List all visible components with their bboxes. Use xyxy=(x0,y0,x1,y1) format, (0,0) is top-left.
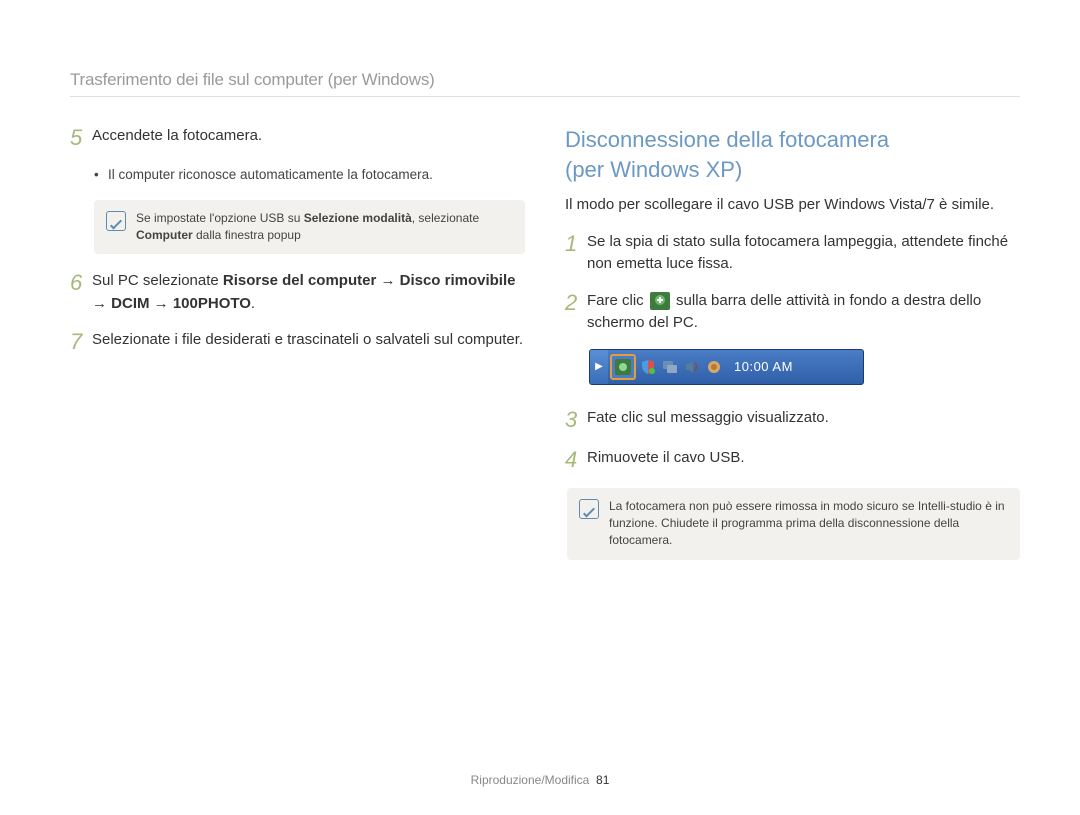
chevron-icon: ▶ xyxy=(595,361,603,372)
step-number: 7 xyxy=(70,329,92,355)
step-5-bullets: • Il computer riconosce automaticamente … xyxy=(94,165,525,185)
taskbar-screenshot: ▶ 10:00 AM xyxy=(589,349,864,385)
step-text: Accendete la fotocamera. xyxy=(92,125,525,148)
two-column-layout: 5 Accendete la fotocamera. • Il computer… xyxy=(70,125,1020,576)
left-column: 5 Accendete la fotocamera. • Il computer… xyxy=(70,125,525,576)
note-icon xyxy=(579,499,599,519)
note-box-intelli-studio: La fotocamera non può essere rimossa in … xyxy=(567,488,1020,560)
step-text: Selezionate i file desiderati e trascina… xyxy=(92,329,525,352)
safely-remove-icon xyxy=(650,292,670,310)
step-5: 5 Accendete la fotocamera. xyxy=(70,125,525,151)
step-number: 2 xyxy=(565,290,587,316)
step-text: Fare clic sulla barra delle attività in … xyxy=(587,290,1020,335)
note-text: La fotocamera non può essere rimossa in … xyxy=(609,498,1006,550)
footer-section: Riproduzione/Modifica xyxy=(471,773,590,787)
step-2: 2 Fare clic sulla barra delle attività i… xyxy=(565,290,1020,335)
page-header: Trasferimento dei file sul computer (per… xyxy=(70,70,1020,97)
page-footer: Riproduzione/Modifica 81 xyxy=(0,773,1080,787)
step-6: 6 Sul PC selezionate Risorse del compute… xyxy=(70,270,525,315)
right-column: Disconnessione della fotocamera(per Wind… xyxy=(565,125,1020,576)
step-4: 4 Rimuovete il cavo USB. xyxy=(565,447,1020,473)
shield-icon xyxy=(640,359,656,375)
step-text: Sul PC selezionate Risorse del computer … xyxy=(92,270,525,315)
note-text: Se impostate l'opzione USB su Selezione … xyxy=(136,210,511,245)
step-1: 1 Se la spia di stato sulla fotocamera l… xyxy=(565,231,1020,276)
bullet-text: Il computer riconosce automaticamente la… xyxy=(108,165,433,185)
step-3: 3 Fate clic sul messaggio visualizzato. xyxy=(565,407,1020,433)
step-number: 1 xyxy=(565,231,587,257)
bullet-item: • Il computer riconosce automaticamente … xyxy=(94,165,525,185)
step-7: 7 Selezionate i file desiderati e trasci… xyxy=(70,329,525,355)
volume-icon xyxy=(684,359,700,375)
step-text: Fate clic sul messaggio visualizzato. xyxy=(587,407,1020,430)
step-number: 6 xyxy=(70,270,92,296)
generic-tray-icon xyxy=(706,359,722,375)
tray-icons-group xyxy=(640,359,722,375)
safely-remove-highlighted-icon xyxy=(610,354,636,380)
section-title: Disconnessione della fotocamera(per Wind… xyxy=(565,125,1020,184)
step-number: 3 xyxy=(565,407,587,433)
monitor-icon xyxy=(662,359,678,375)
step-text: Rimuovete il cavo USB. xyxy=(587,447,1020,470)
step-text: Se la spia di stato sulla fotocamera lam… xyxy=(587,231,1020,276)
footer-page-number: 81 xyxy=(596,773,609,787)
intro-text: Il modo per scollegare il cavo USB per W… xyxy=(565,194,1020,217)
note-icon xyxy=(106,211,126,231)
page-container: Trasferimento dei file sul computer (per… xyxy=(0,0,1080,576)
step-number: 5 xyxy=(70,125,92,151)
taskbar-clock: 10:00 AM xyxy=(734,359,793,374)
bullet-dot: • xyxy=(94,165,108,185)
note-box-usb-option: Se impostate l'opzione USB su Selezione … xyxy=(94,200,525,255)
taskbar-expand-arrow: ▶ xyxy=(590,350,608,384)
step-number: 4 xyxy=(565,447,587,473)
